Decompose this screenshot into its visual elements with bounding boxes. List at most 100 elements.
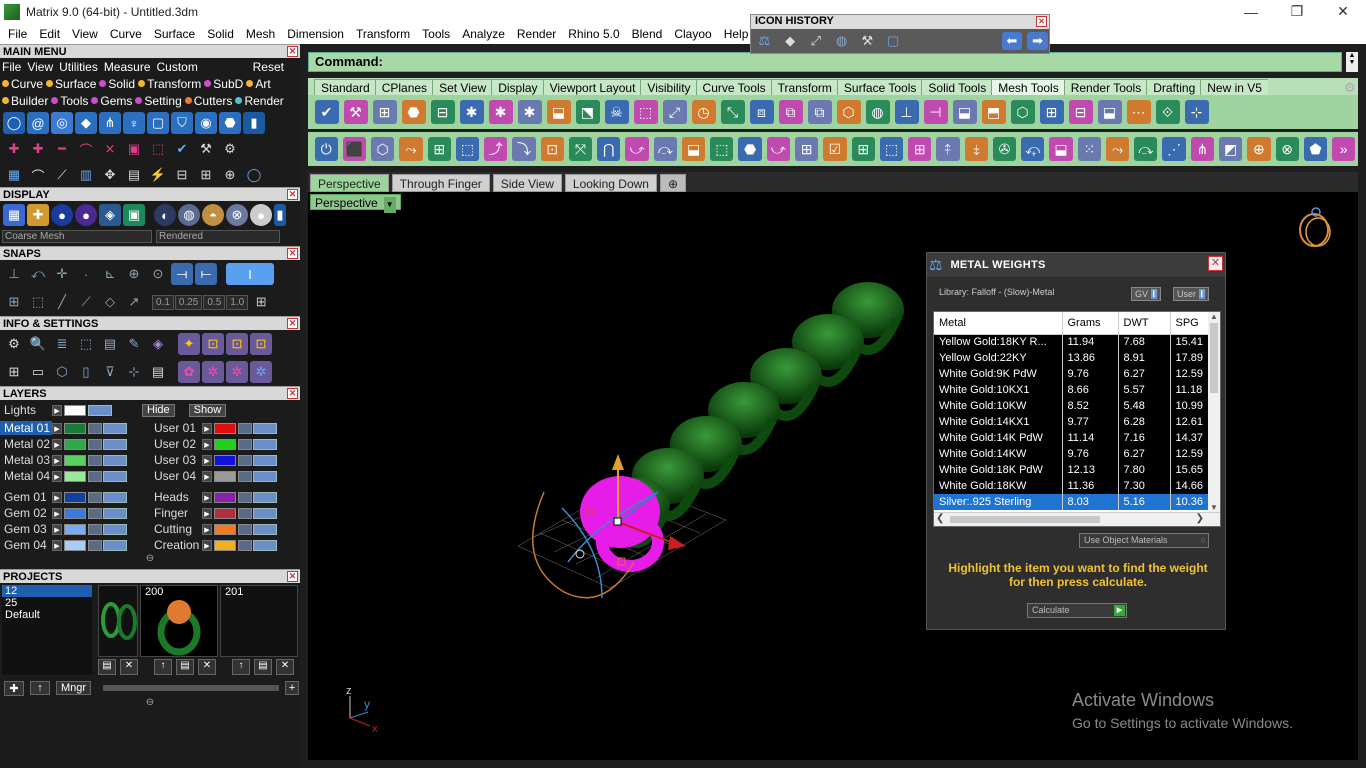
rail-icon[interactable]: ⟋ — [51, 164, 73, 186]
table-row[interactable]: Silver:.925 Sterling 8.03 5.16 10.36 — [934, 494, 1211, 510]
layer-color-swatch[interactable] — [64, 491, 86, 503]
gem-icon[interactable]: ◆ — [780, 31, 801, 51]
point-snap-icon[interactable]: ✛ — [51, 263, 73, 285]
mesh-tool-0-icon[interactable]: ✔ — [314, 100, 339, 124]
tools-icon[interactable]: ⚒ — [195, 138, 217, 160]
lock-icon[interactable] — [88, 422, 102, 434]
mesh-tool-6-icon[interactable]: ✱ — [488, 100, 513, 124]
table-row[interactable]: White Gold:14KW 9.76 6.27 12.59 — [934, 446, 1211, 462]
frame-icon[interactable]: ⊟ — [171, 164, 193, 186]
lock-icon[interactable] — [88, 539, 102, 551]
gv-toggle[interactable]: GV I — [1131, 287, 1162, 301]
document-icon[interactable]: ▤ — [99, 333, 121, 355]
environment-icon[interactable]: ◈ — [99, 204, 121, 226]
layer-color-swatch[interactable] — [214, 491, 236, 503]
layer-color-swatch[interactable] — [214, 507, 236, 519]
layer-name[interactable]: Creation — [150, 538, 202, 552]
lights-arrow[interactable]: ▶ — [52, 404, 62, 416]
mid-snap-icon[interactable]: · — [75, 263, 97, 285]
main-menu-curve[interactable]: Curve — [2, 77, 43, 91]
table-row[interactable]: Yellow Gold:18KY R... 11.94 7.68 15.41 — [934, 334, 1211, 350]
solid-tool-23-icon[interactable]: ⤈ — [964, 137, 988, 161]
cube-icon[interactable]: ⬚ — [147, 138, 169, 160]
plane-snap-icon[interactable]: ◇ — [99, 291, 121, 313]
solid-tool-10-icon[interactable]: ⋂ — [597, 137, 621, 161]
main-menu-render[interactable]: Render — [235, 94, 284, 108]
layer-arrow-icon[interactable]: ▶ — [202, 438, 212, 450]
layer-arrow-icon[interactable]: ▶ — [52, 523, 62, 535]
column-dwt[interactable]: DWT — [1118, 312, 1171, 335]
column-spg[interactable]: SPG — [1170, 312, 1211, 335]
close-icon[interactable]: ✕ — [1208, 256, 1223, 271]
visibility-toggle[interactable] — [103, 507, 127, 519]
layer-row[interactable]: Cutting ▶ — [150, 521, 300, 537]
grid-snap-icon[interactable]: ⊞ — [3, 291, 25, 313]
display-toggle-icon[interactable]: ▮ — [274, 204, 286, 226]
perspective-viewport[interactable]: Perspective ▼ z y x ⚖ METAL WEIGHTS ✕ Li… — [308, 192, 1358, 760]
visibility-toggle[interactable] — [103, 454, 127, 466]
mesh-tool-16-icon[interactable]: ⧉ — [778, 100, 803, 124]
mesh-tool-4-icon[interactable]: ⊟ — [430, 100, 455, 124]
mesh-tool-26-icon[interactable]: ⊟ — [1068, 100, 1093, 124]
viewport-tab-perspective[interactable]: Perspective — [310, 174, 389, 192]
use-object-materials-select[interactable]: Use Object Materials ○ — [1079, 533, 1209, 548]
tab-cplanes[interactable]: CPlanes — [374, 79, 434, 95]
dimension-2-icon[interactable]: ⊡ — [226, 333, 248, 355]
tab-solid-tools[interactable]: Solid Tools — [921, 79, 993, 95]
scatter-icon[interactable]: ✲ — [202, 361, 224, 383]
lock-icon[interactable] — [88, 491, 102, 503]
main-menu-view[interactable]: View — [26, 60, 58, 74]
project-item[interactable]: Default — [2, 609, 92, 621]
layer-arrow-icon[interactable]: ▶ — [202, 454, 212, 466]
layer-name[interactable]: Metal 02 — [0, 437, 52, 451]
solid-tool-34-icon[interactable]: ⊗ — [1275, 137, 1299, 161]
mesh-tool-13-icon[interactable]: ◷ — [691, 100, 716, 124]
cross-icon[interactable]: ✚ — [3, 138, 25, 160]
solid-tool-19-icon[interactable]: ⊞ — [851, 137, 875, 161]
mesh-tool-20-icon[interactable]: ⊥ — [894, 100, 919, 124]
layer-name[interactable]: User 01 — [150, 421, 202, 435]
sphere-rendered-icon[interactable]: ● — [75, 204, 97, 226]
layer-row[interactable]: Gem 02 ▶ — [0, 505, 150, 521]
shield-icon[interactable]: ⛉ — [171, 112, 193, 134]
mesh-tool-11-icon[interactable]: ⬚ — [633, 100, 658, 124]
tab-set-view[interactable]: Set View — [432, 79, 493, 95]
save-icon[interactable]: ▤ — [176, 659, 194, 675]
layout-icon[interactable]: ⊞ — [3, 361, 25, 383]
doc-icon[interactable]: ▤ — [123, 164, 145, 186]
tab-visibility[interactable]: Visibility — [640, 79, 697, 95]
close-icon[interactable]: ✕ — [1036, 16, 1047, 27]
gem-map-icon[interactable]: ✲ — [250, 361, 272, 383]
mesh-tool-22-icon[interactable]: ⬓ — [952, 100, 977, 124]
viewport-tab-side-view[interactable]: Side View — [492, 174, 562, 192]
solid-tool-5-icon[interactable]: ⬚ — [455, 137, 480, 161]
visibility-toggle[interactable] — [253, 507, 277, 519]
mesh-tool-9-icon[interactable]: ⬔ — [575, 100, 600, 124]
layer-row[interactable]: Gem 03 ▶ — [0, 521, 150, 537]
solid-tool-29-icon[interactable]: ⤼ — [1134, 137, 1158, 161]
table-row[interactable]: White Gold:9K PdW 9.76 6.27 12.59 — [934, 366, 1211, 382]
visibility-toggle[interactable] — [253, 470, 277, 482]
solid-tool-30-icon[interactable]: ⋰ — [1162, 137, 1186, 161]
show-button[interactable]: Show — [188, 403, 227, 417]
lock-icon[interactable] — [88, 454, 102, 466]
pointer-snap-icon[interactable]: ↗ — [123, 291, 145, 313]
mesh-tool-29-icon[interactable]: ⟐ — [1155, 100, 1180, 124]
solid-tool-17-icon[interactable]: ⊞ — [795, 137, 819, 161]
minimize-button[interactable]: — — [1228, 0, 1274, 23]
add-viewport-icon[interactable]: ⊕ — [659, 174, 687, 192]
menu-dimension[interactable]: Dimension — [281, 27, 350, 41]
main-menu-solid[interactable]: Solid — [99, 77, 135, 91]
flare-icon[interactable]: ⚡ — [147, 164, 169, 186]
main-menu-custom[interactable]: Custom — [156, 60, 203, 74]
solid-tool-21-icon[interactable]: ⊞ — [908, 137, 932, 161]
table-row[interactable]: White Gold:14KX1 9.77 6.28 12.61 — [934, 414, 1211, 430]
table-row[interactable]: White Gold:18KW 11.36 7.30 14.66 — [934, 478, 1211, 494]
ortho-icon[interactable]: ⟞ — [171, 263, 193, 285]
solid-tool-22-icon[interactable]: ⤉ — [936, 137, 960, 161]
close-button[interactable]: ✕ — [1320, 0, 1366, 23]
mesh-tool-23-icon[interactable]: ⬒ — [981, 100, 1006, 124]
menu-help[interactable]: Help — [718, 27, 755, 41]
snap-value-0[interactable]: 0.1 — [152, 294, 174, 310]
tab-standard[interactable]: Standard — [314, 79, 376, 95]
